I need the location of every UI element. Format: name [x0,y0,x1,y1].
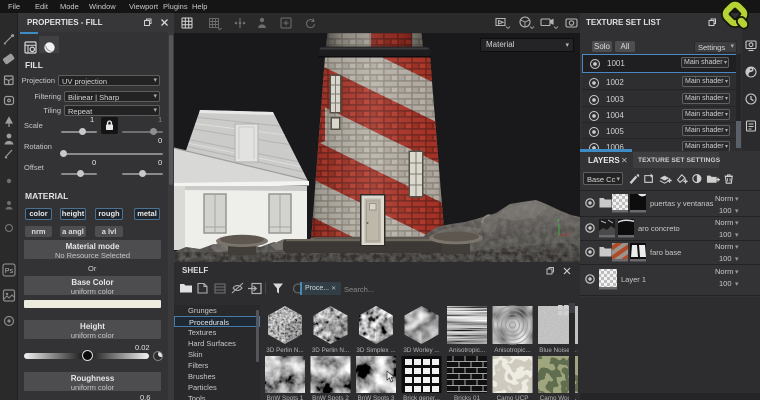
svg-text:▾: ▾ [735,220,739,227]
svg-text:▾: ▾ [735,232,739,239]
svg-text:100: 100 [719,230,732,239]
svg-text:100: 100 [719,279,732,288]
svg-text:3D Perlin N...: 3D Perlin N... [266,347,304,354]
svg-text:BnW Spots 1: BnW Spots 1 [267,395,304,400]
svg-text:Ps: Ps [5,268,14,275]
svg-text:3D Perlin N...: 3D Perlin N... [312,347,350,354]
svg-text:▾: ▾ [735,208,739,215]
svg-text:Norm: Norm [715,218,733,227]
svg-text:▾: ▾ [735,281,739,288]
svg-text:Anisotropic...: Anisotropic... [449,347,486,354]
svg-text:BnW Spots 3: BnW Spots 3 [358,395,395,400]
svg-text:Norm: Norm [715,242,733,251]
svg-text:Layer 1: Layer 1 [621,275,646,284]
svg-text:Brick gener...: Brick gener... [403,395,440,400]
svg-text:aro concreto: aro concreto [638,224,680,233]
svg-text:▾: ▾ [735,269,739,276]
svg-text:Norm: Norm [715,194,733,203]
svg-text:puertas y ventanas: puertas y ventanas [650,199,714,208]
svg-text:Norm: Norm [715,267,733,276]
svg-text:100: 100 [719,206,732,215]
svg-text:▾: ▾ [735,256,739,263]
svg-text:faro base: faro base [650,248,681,257]
svg-text:3D Simplex ...: 3D Simplex ... [356,347,395,354]
svg-text:▾: ▾ [735,196,739,203]
svg-text:Anisotropic...: Anisotropic... [494,347,531,354]
svg-text:▾: ▾ [735,244,739,251]
svg-text:BnW Spots 2: BnW Spots 2 [312,395,349,400]
svg-text:3D Worley ...: 3D Worley ... [403,347,440,354]
svg-text:Camo UCP: Camo UCP [497,395,529,400]
svg-text:100: 100 [719,254,732,263]
svg-text:Bricks 01: Bricks 01 [454,395,480,400]
